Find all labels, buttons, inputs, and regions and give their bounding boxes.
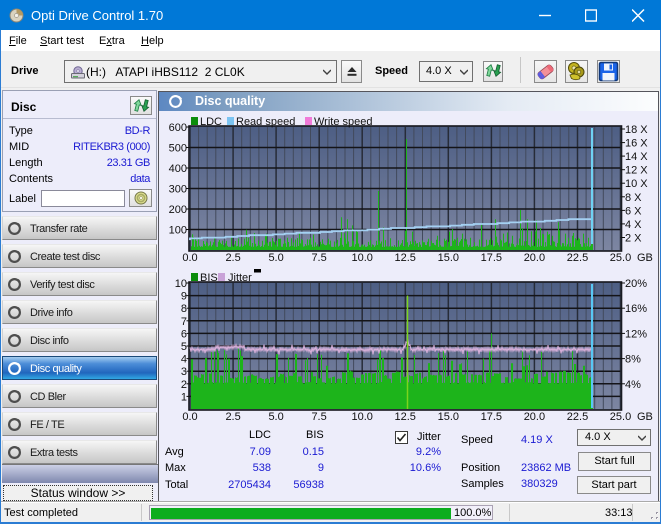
svg-text:10: 10 [175,278,187,290]
svg-text:4%: 4% [625,379,641,391]
svg-text:15.0: 15.0 [438,411,459,423]
svg-text:14 X: 14 X [625,151,648,163]
svg-text:4 X: 4 X [625,219,642,231]
svg-text:Read speed: Read speed [236,116,295,128]
svg-text:1: 1 [181,391,187,403]
svg-text:2.5: 2.5 [225,411,240,423]
svg-text:2.5: 2.5 [225,252,240,264]
svg-text:8%: 8% [625,354,641,366]
svg-text:500: 500 [169,143,187,155]
svg-text:LDC: LDC [200,116,222,128]
svg-text:5: 5 [181,341,187,353]
svg-text:200: 200 [169,204,187,216]
svg-text:8: 8 [181,303,187,315]
svg-text:25.0: 25.0 [610,252,631,264]
svg-text:7: 7 [181,316,187,328]
svg-text:12 X: 12 X [625,165,648,177]
svg-text:GB: GB [637,252,653,264]
svg-text:10.0: 10.0 [351,411,372,423]
svg-text:5.0: 5.0 [268,252,283,264]
svg-text:9: 9 [181,291,187,303]
svg-text:BIS: BIS [200,272,218,284]
svg-text:12.5: 12.5 [394,411,415,423]
svg-text:6 X: 6 X [625,205,642,217]
svg-text:100: 100 [169,225,187,237]
svg-text:12.5: 12.5 [394,252,415,264]
svg-text:GB: GB [637,411,653,423]
svg-text:2: 2 [181,379,187,391]
svg-text:25.0: 25.0 [610,411,631,423]
svg-text:7.5: 7.5 [311,411,326,423]
svg-text:22.5: 22.5 [567,252,588,264]
svg-text:5.0: 5.0 [268,411,283,423]
svg-text:300: 300 [169,184,187,196]
svg-text:6: 6 [181,328,187,340]
svg-text:2 X: 2 X [625,233,642,245]
svg-text:4: 4 [181,354,187,366]
svg-text:7.5: 7.5 [311,252,326,264]
svg-text:10.0: 10.0 [351,252,372,264]
svg-text:15.0: 15.0 [438,252,459,264]
svg-text:20.0: 20.0 [524,252,545,264]
svg-text:22.5: 22.5 [567,411,588,423]
svg-text:0.0: 0.0 [182,411,197,423]
svg-text:Jitter: Jitter [228,272,252,284]
svg-text:20.0: 20.0 [524,411,545,423]
svg-text:400: 400 [169,163,187,175]
svg-text:10 X: 10 X [625,178,648,190]
svg-text:17.5: 17.5 [481,252,502,264]
svg-text:600: 600 [169,122,187,134]
svg-text:20%: 20% [625,278,647,290]
svg-text:0.0: 0.0 [182,252,197,264]
svg-text:18 X: 18 X [625,124,648,136]
svg-text:3: 3 [181,366,187,378]
svg-text:16 X: 16 X [625,138,648,150]
svg-text:16%: 16% [625,303,647,315]
svg-text:12%: 12% [625,328,647,340]
svg-text:Write speed: Write speed [314,116,373,128]
svg-text:17.5: 17.5 [481,411,502,423]
svg-text:8 X: 8 X [625,192,642,204]
